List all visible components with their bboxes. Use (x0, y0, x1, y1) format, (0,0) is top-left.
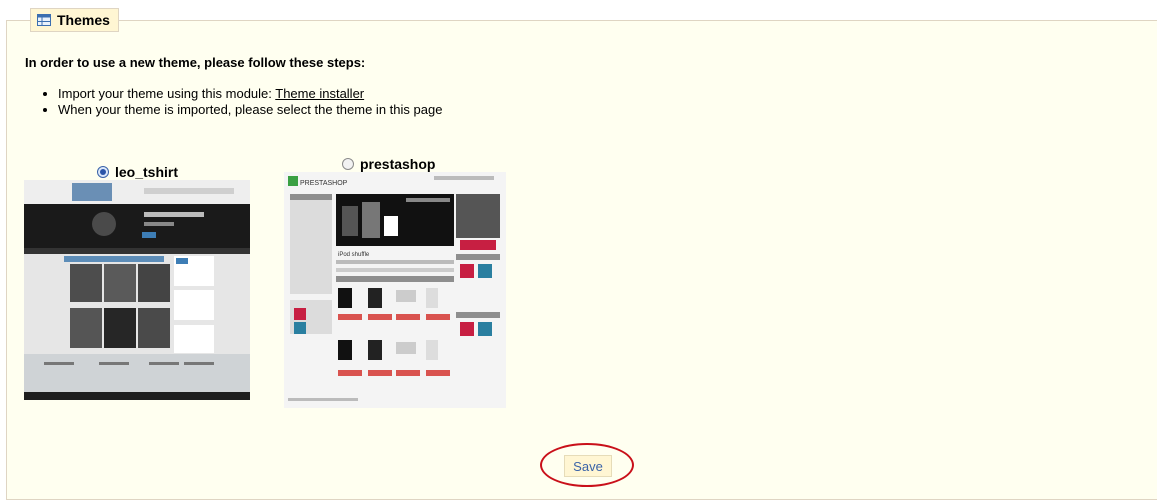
step1-text: Import your theme using this module: (58, 86, 276, 101)
prestashop-screenshot: PRESTASHOP iPod shuffle (284, 172, 506, 408)
intro-text: In order to use a new theme, please foll… (25, 55, 366, 70)
themes-legend: Themes (30, 8, 119, 32)
radio-prestashop[interactable] (342, 158, 354, 170)
steps-list: Import your theme using this module: The… (40, 86, 528, 118)
theme-name-leo: leo_tshirt (115, 164, 179, 180)
step-item: Import your theme using this module: The… (58, 86, 528, 102)
table-icon (37, 14, 51, 26)
leo-tshirt-preview[interactable] (24, 180, 250, 400)
step-item: When your theme is imported, please sele… (58, 102, 528, 118)
save-area: Save (548, 452, 628, 480)
theme-choice-prestashop: prestashop (342, 156, 435, 172)
leo-tshirt-screenshot (24, 180, 250, 400)
save-button[interactable]: Save (564, 455, 612, 477)
theme-installer-link[interactable]: Theme installer (275, 86, 364, 101)
theme-choice-leo: leo_tshirt (97, 164, 178, 180)
radio-leo-tshirt[interactable] (97, 166, 109, 178)
prestashop-preview[interactable]: PRESTASHOP iPod shuffle (284, 172, 506, 408)
prestashop-headline: iPod shuffle (338, 252, 370, 258)
prestashop-logo-text: PRESTASHOP (300, 180, 348, 187)
theme-name-prestashop: prestashop (360, 156, 436, 172)
step2-text: When your theme is imported, please sele… (58, 102, 443, 117)
legend-title: Themes (57, 12, 110, 28)
